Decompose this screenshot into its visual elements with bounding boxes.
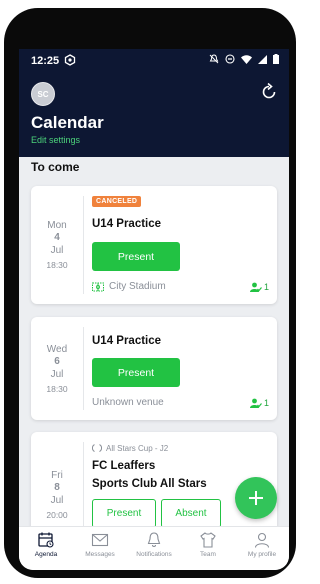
add-event-button[interactable] [235,477,277,519]
nav-item-team[interactable]: Team [181,531,235,558]
event-venue: Unknown venue [92,397,164,408]
mute-icon [209,54,219,64]
attendee-count: 1 [249,282,269,292]
avatar[interactable]: SC [31,82,55,106]
nav-item-agenda[interactable]: Agenda [19,531,73,558]
status-icons [209,54,279,64]
count-value: 1 [263,282,269,292]
header: 12:25 SC Calendar Edit settings [19,49,289,157]
count-value: 1 [263,398,269,408]
event-card[interactable]: Wed 6 Jul 18:30 U14 Practice Present Unk… [31,317,277,420]
event-weekday: Wed [46,344,68,355]
bottom-nav: Agenda Messages Notifications Team My pr… [19,526,289,570]
canceled-badge: CANCELED [92,196,142,207]
stadium-icon [92,282,104,291]
dnd-icon [225,54,235,64]
shirt-icon [200,532,216,548]
user-icon [254,532,270,548]
event-date: Wed 6 Jul 18:30 [31,317,83,420]
present-button[interactable]: Present [92,242,180,271]
league-name: All Stars Cup - J2 [106,443,169,453]
app-status-icon [64,54,76,69]
nav-item-notifications[interactable]: Notifications [127,531,181,558]
present-button[interactable]: Present [92,358,180,387]
present-button[interactable]: Present [92,499,156,528]
calendar-icon [38,532,54,548]
nav-label: My profile [247,551,277,558]
nav-label: Team [200,551,216,558]
absent-button[interactable]: Absent [161,499,221,528]
card-divider [83,327,84,410]
event-card[interactable]: Mon 4 Jul 18:30 CANCELED U14 Practice Pr… [31,186,277,304]
event-title: U14 Practice [92,218,162,230]
card-divider [83,442,84,532]
bell-icon [147,532,161,547]
battery-icon [273,54,279,64]
wifi-icon [241,54,252,64]
user-check-icon [249,282,262,292]
event-weekday: Fri [51,470,63,481]
section-title: To come [31,160,80,174]
event-weekday: Mon [47,220,67,231]
plus-icon [249,491,263,505]
nav-item-profile[interactable]: My profile [235,531,289,558]
event-time: 20:00 [46,510,68,520]
event-time: 18:30 [46,260,68,270]
event-month: Jul [50,495,64,506]
away-team: Sports Club All Stars [92,478,207,490]
attendee-count: 1 [249,398,269,408]
venue-name: City Stadium [109,281,166,292]
event-month: Jul [50,369,64,380]
card-divider [83,196,84,294]
event-day: 8 [54,482,60,493]
cup-icon [92,444,102,452]
event-venue: City Stadium [92,281,166,292]
edit-settings-link[interactable]: Edit settings [31,135,80,145]
league-label: All Stars Cup - J2 [92,443,168,453]
refresh-icon[interactable] [259,82,279,107]
event-title: U14 Practice [92,335,162,347]
nav-label: Messages [85,551,115,558]
venue-name: Unknown venue [92,397,164,408]
user-check-icon [249,398,262,408]
event-date: Mon 4 Jul 18:30 [31,186,83,304]
status-bar: 12:25 [19,49,289,73]
event-time: 18:30 [46,384,68,394]
event-month: Jul [50,245,64,256]
signal-icon [258,54,267,64]
event-day: 6 [54,356,60,367]
envelope-icon [91,533,109,547]
nav-item-messages[interactable]: Messages [73,531,127,558]
event-day: 4 [54,232,60,243]
phone-frame: 12:25 SC Calendar Edit settings To come [4,8,296,578]
app-screen: 12:25 SC Calendar Edit settings To come [19,49,289,570]
home-team: FC Leaffers [92,460,156,472]
nav-label: Agenda [34,551,58,558]
status-time: 12:25 [31,55,60,67]
page-title: Calendar [31,113,104,132]
nav-label: Notifications [136,551,172,558]
